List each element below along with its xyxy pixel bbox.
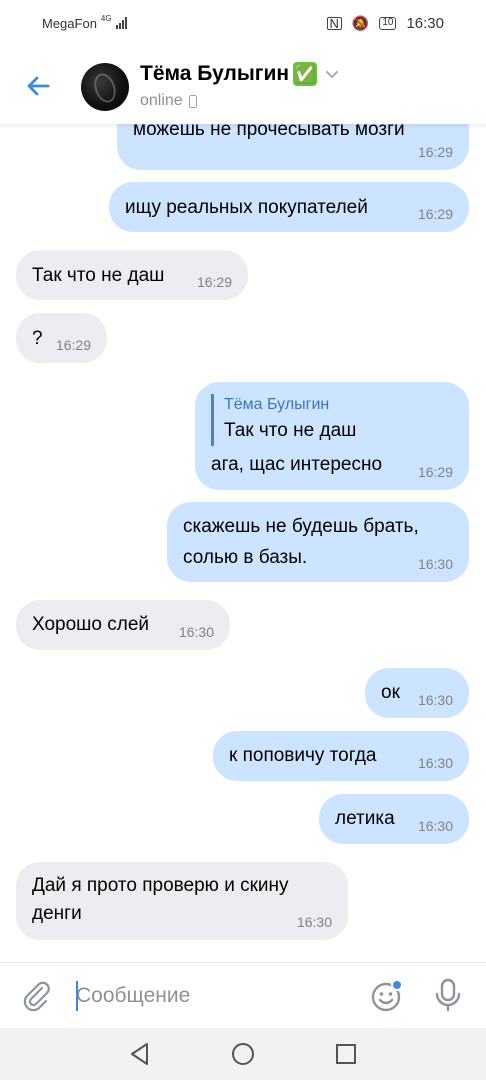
battery-icon: 10 (379, 16, 397, 30)
message-text: ищу реальных покупателей (125, 197, 368, 218)
chat-header: Тёма Булыгин ✅ online (0, 46, 486, 124)
message-incoming[interactable]: Хорошо слей 16:30 (16, 600, 230, 650)
message-time: 16:30 (178, 624, 214, 640)
system-nav-bar (0, 1028, 486, 1080)
message-outgoing[interactable]: ок 16:30 (365, 668, 469, 718)
paperclip-icon[interactable] (22, 979, 54, 1011)
message-composer (0, 962, 486, 1028)
message-outgoing[interactable]: скажешь не будешь брать, солью в базы. 1… (167, 502, 469, 582)
contact-name: Тёма Булыгин (140, 62, 290, 85)
quoted-text: Так что не даш (224, 420, 357, 441)
quoted-reply[interactable]: Тёма Булыгин Так что не даш (211, 394, 453, 446)
quoted-author: Тёма Булыгин (224, 396, 330, 413)
message-time: 16:29 (417, 206, 453, 222)
message-time: 16:30 (417, 755, 453, 771)
microphone-icon[interactable] (432, 977, 464, 1013)
message-list[interactable]: можешь не прочесывать мозги 16:29 ищу ре… (0, 0, 486, 960)
text-caret (76, 981, 78, 1011)
message-time: 16:30 (417, 692, 453, 708)
smile-icon[interactable] (369, 978, 405, 1014)
message-text-line: скажешь не будешь брать, (183, 516, 419, 537)
message-incoming[interactable]: ? 16:29 (16, 313, 107, 363)
nfc-icon: N (326, 16, 342, 30)
check-mark-icon: ✅ (293, 62, 318, 86)
mute-icon: 🔕 (351, 14, 370, 31)
message-time: 16:29 (417, 144, 453, 160)
online-status: online (140, 92, 183, 109)
status-right: N 🔕 10 16:30 (326, 14, 444, 32)
network-type: 4G (100, 13, 112, 23)
contact-name-row[interactable]: Тёма Булыгин ✅ (140, 62, 339, 86)
message-time: 16:30 (417, 818, 453, 834)
battery-level: 10 (382, 17, 394, 28)
message-time: 16:29 (55, 337, 91, 353)
presence-row: online (140, 92, 197, 110)
circle-home-icon[interactable] (229, 1040, 257, 1068)
message-text-line: Дай я прото проверю и скину (32, 875, 289, 896)
carrier-label: MegaFon (42, 15, 97, 31)
avatar[interactable] (81, 63, 129, 111)
signal-icon (115, 17, 127, 29)
message-time: 16:29 (196, 274, 232, 290)
arrow-left-icon[interactable] (22, 70, 54, 102)
message-text: ага, щас интересно (211, 454, 383, 475)
message-incoming[interactable]: Дай я прото проверю и скину денги 16:30 (16, 862, 348, 940)
message-outgoing[interactable]: ищу реальных покупателей 16:29 (109, 182, 469, 232)
message-incoming[interactable]: Так что не даш 16:29 (16, 250, 248, 300)
mobile-phone-icon (188, 94, 197, 108)
chevron-down-icon[interactable] (325, 67, 339, 81)
message-time: 16:30 (296, 914, 332, 930)
message-time: 16:29 (417, 464, 453, 480)
message-input[interactable] (76, 979, 346, 1013)
message-text-line: солью в базы. (183, 547, 308, 568)
status-bar: MegaFon 4G N 🔕 10 16:30 (0, 0, 486, 46)
square-recent-icon[interactable] (332, 1040, 360, 1068)
triangle-back-icon[interactable] (126, 1040, 154, 1068)
message-outgoing[interactable]: летика 16:30 (319, 794, 469, 844)
status-left: MegaFon 4G (42, 13, 127, 31)
message-text-line: денги (32, 903, 82, 924)
message-outgoing[interactable]: к поповичу тогда 16:30 (213, 731, 469, 781)
message-time: 16:30 (417, 556, 453, 572)
message-outgoing-reply[interactable]: Тёма Булыгин Так что не даш ага, щас инт… (195, 382, 469, 490)
status-time: 16:30 (406, 14, 444, 32)
